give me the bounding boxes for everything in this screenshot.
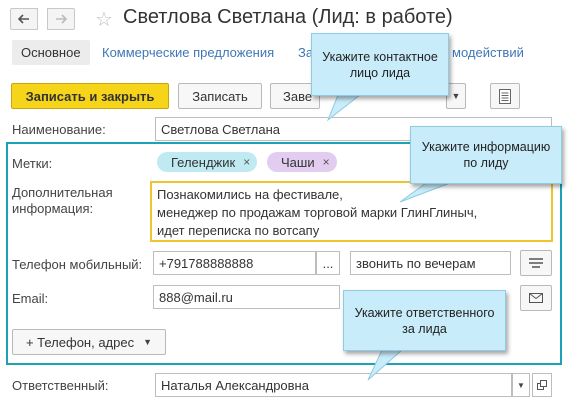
callout-text: за лида	[402, 321, 447, 336]
callout-text: Укажите ответственного	[354, 305, 495, 320]
callout-text: лицо лида	[349, 65, 411, 80]
callout-pointer-info	[399, 182, 451, 203]
callout-text: Укажите контактное	[322, 49, 438, 64]
callout-pointer-responsible	[367, 349, 404, 381]
callout-pointer-contact	[326, 94, 362, 122]
callout-info: Укажите информацию по лиду	[410, 126, 562, 184]
callout-contact: Укажите контактное лицо лида	[311, 33, 449, 96]
callout-responsible: Укажите ответственного за лида	[343, 290, 506, 351]
callout-text: Укажите информацию	[421, 140, 551, 154]
callout-text: по лиду	[463, 156, 509, 170]
